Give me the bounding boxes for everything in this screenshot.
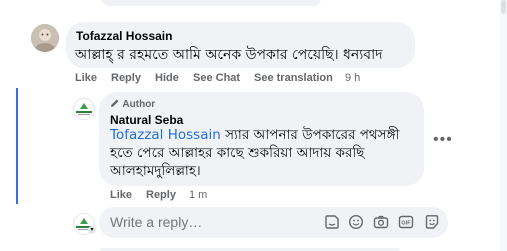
logo-tagline — [78, 114, 90, 115]
svg-text:GIF: GIF — [401, 221, 411, 227]
scrollbar-thumb[interactable] — [501, 0, 506, 14]
reply-text: Tofazzal Hossain স্যার আপনার উপকারের পথস… — [110, 126, 420, 180]
leaf-logo-icon — [80, 103, 88, 109]
comment-timestamp[interactable]: 9 h — [345, 72, 360, 84]
gif-icon[interactable]: GIF — [398, 214, 414, 230]
author-badge-label: Author — [122, 99, 156, 110]
reply-timestamp[interactable]: 1 m — [189, 189, 207, 201]
emoji-icon[interactable] — [348, 214, 364, 230]
reply-button[interactable]: Reply — [111, 72, 141, 84]
logo-wordmark — [76, 111, 92, 113]
profile-photo-icon — [31, 24, 59, 52]
like-button[interactable]: Like — [110, 189, 132, 201]
leaf-logo-icon — [80, 218, 88, 224]
see-chat-button[interactable]: See Chat — [193, 72, 240, 84]
reply-input[interactable] — [110, 214, 310, 230]
previous-comment-bubble — [100, 0, 322, 6]
pencil-icon — [111, 99, 119, 107]
reply-author-name[interactable]: Natural Seba — [110, 113, 183, 127]
sticker-icon[interactable] — [324, 214, 340, 230]
scrollbar-track[interactable] — [500, 0, 507, 251]
see-translation-button[interactable]: See translation — [254, 72, 333, 84]
reply-thread-line — [16, 88, 18, 204]
hide-button[interactable]: Hide — [155, 72, 179, 84]
like-button[interactable]: Like — [75, 72, 97, 84]
more-options-button[interactable]: ••• — [433, 131, 453, 149]
mention-link[interactable]: Tofazzal Hossain — [110, 127, 221, 143]
avatar-sticker-icon[interactable] — [424, 214, 440, 230]
page-avatar[interactable] — [73, 98, 95, 120]
reply-button[interactable]: Reply — [146, 189, 176, 201]
comment-text: আল্লাহ্ র রহমতে আমি অনেক উপকার পেয়েছি। … — [75, 47, 383, 63]
chevron-down-icon[interactable]: ▾ — [88, 226, 96, 234]
comment-author-name[interactable]: Tofazzal Hossain — [76, 29, 172, 43]
camera-icon[interactable] — [373, 214, 389, 230]
avatar[interactable] — [31, 24, 59, 52]
author-badge: Author — [110, 98, 155, 110]
